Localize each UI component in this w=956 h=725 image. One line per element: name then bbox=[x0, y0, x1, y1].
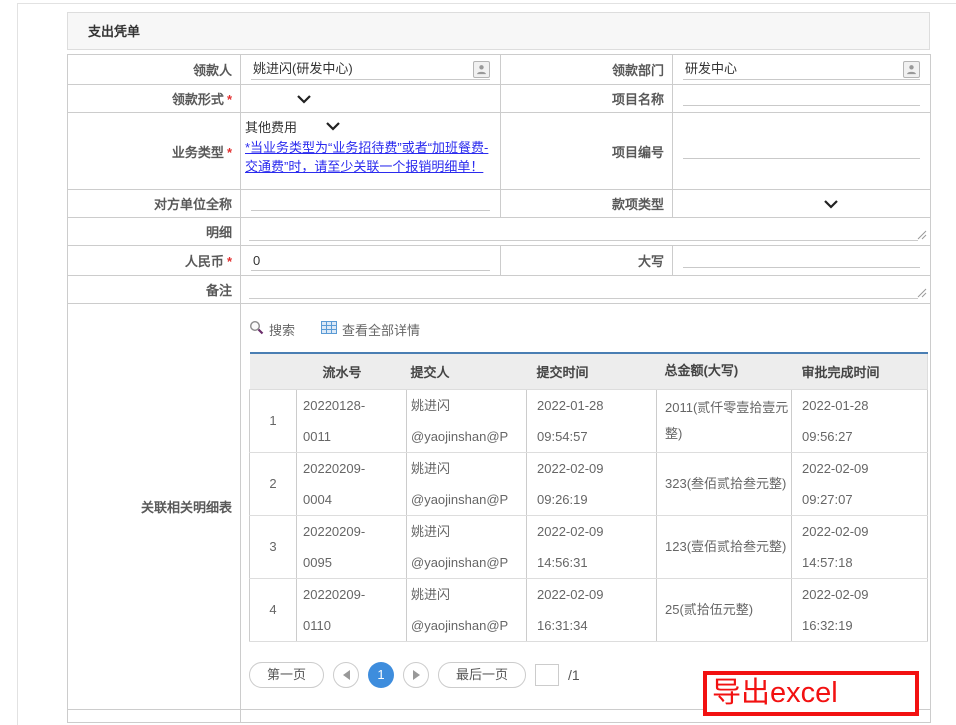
detail-field bbox=[240, 217, 931, 246]
empty-label-cell bbox=[67, 709, 241, 723]
resize-handle-icon[interactable] bbox=[916, 286, 927, 301]
payee-dept-field: 研发中心 bbox=[672, 54, 931, 85]
table-row[interactable]: 1 20220128- 0011 姚进闪 @yaojinshan@P 2022-01-28… bbox=[249, 388, 928, 453]
remark-label: 备注 bbox=[67, 275, 241, 304]
business-type-select[interactable]: 其他费用 bbox=[241, 113, 500, 137]
page-title: 支出凭单 bbox=[67, 12, 930, 50]
project-name-field bbox=[672, 84, 931, 113]
business-type-label: 业务类型 * bbox=[67, 112, 241, 190]
col-submit-time: 提交时间 bbox=[526, 353, 657, 390]
payee-field: 姚进闪(研发中心) bbox=[240, 54, 501, 85]
col-serial: 流水号 bbox=[296, 353, 407, 390]
counterparty-label: 对方单位全称 bbox=[67, 189, 241, 218]
project-name-label: 项目名称 bbox=[500, 84, 673, 113]
payee-dept-label: 领款部门 bbox=[500, 54, 673, 85]
prev-page-icon[interactable] bbox=[333, 661, 360, 688]
search-label: 搜索 bbox=[269, 322, 296, 338]
col-submitter: 提交人 bbox=[406, 353, 527, 390]
remark-textarea[interactable] bbox=[243, 278, 928, 302]
payee-label: 领款人 bbox=[67, 54, 241, 85]
table-row[interactable]: 2 20220209- 0004 姚进闪 @yaojinshan@P 2022-02-09… bbox=[249, 451, 928, 516]
business-type-value: 其他费用 bbox=[245, 120, 298, 135]
rmb-input[interactable]: 0 bbox=[251, 249, 490, 271]
project-no-label: 项目编号 bbox=[500, 112, 673, 190]
page-number-input[interactable] bbox=[535, 663, 560, 686]
next-page-icon[interactable] bbox=[403, 661, 430, 688]
chevron-down-icon bbox=[823, 197, 839, 212]
related-panel-cell: 搜索 查看全部详情 流水号 提交人 提交时间 总金额(大写) 审批完成时间 1 … bbox=[240, 303, 931, 710]
first-page-button[interactable]: 第一页 bbox=[249, 661, 325, 688]
rmb-value: 0 bbox=[253, 252, 261, 268]
payee-dept-input[interactable]: 研发中心 bbox=[683, 58, 920, 80]
related-table-body: 1 20220128- 0011 姚进闪 @yaojinshan@P 2022-01-28… bbox=[249, 388, 928, 642]
panel-toolbar: 搜索 查看全部详情 bbox=[249, 316, 930, 342]
payment-type-label: 款项类型 bbox=[500, 189, 673, 218]
capital-label: 大写 bbox=[500, 245, 673, 276]
search-button[interactable]: 搜索 bbox=[249, 320, 295, 339]
search-icon bbox=[249, 320, 264, 338]
voucher-form: 领款人 姚进闪(研发中心) 领款部门 研发中心 领款形式 * 项目名称 业务类型… bbox=[67, 54, 931, 723]
col-approve-time: 审批完成时间 bbox=[791, 353, 928, 390]
rmb-label: 人民币 * bbox=[67, 245, 241, 276]
related-panel: 搜索 查看全部详情 流水号 提交人 提交时间 总金额(大写) 审批完成时间 1 … bbox=[241, 304, 930, 708]
chevron-down-icon bbox=[296, 92, 312, 107]
table-row[interactable]: 4 20220209- 0110 姚进闪 @yaojinshan@P 2022-02-09… bbox=[249, 577, 928, 642]
project-name-input[interactable] bbox=[683, 86, 920, 106]
payment-form-label: 领款形式 * bbox=[67, 84, 241, 113]
payment-form-select[interactable] bbox=[240, 84, 501, 113]
payment-type-select[interactable] bbox=[672, 189, 931, 218]
rmb-field: 0 bbox=[240, 245, 501, 276]
related-table-label: 关联相关明细表 bbox=[67, 303, 241, 710]
col-amount: 总金额(大写) bbox=[656, 353, 792, 390]
page: 支出凭单 领款人 姚进闪(研发中心) 领款部门 研发中心 领款形式 * 项目名称… bbox=[0, 0, 956, 725]
payee-input[interactable]: 姚进闪(研发中心) bbox=[251, 58, 490, 80]
counterparty-field bbox=[240, 189, 501, 218]
project-no-input[interactable] bbox=[683, 139, 920, 159]
view-all-label: 查看全部详情 bbox=[342, 322, 421, 338]
capital-input[interactable] bbox=[683, 248, 920, 268]
capital-field bbox=[672, 245, 931, 276]
remark-field bbox=[240, 275, 931, 304]
voucher-document: 支出凭单 领款人 姚进闪(研发中心) 领款部门 研发中心 领款形式 * 项目名称… bbox=[67, 12, 931, 723]
detail-label: 明细 bbox=[67, 217, 241, 246]
last-page-button[interactable]: 最后一页 bbox=[438, 661, 527, 688]
detail-textarea[interactable] bbox=[243, 220, 928, 244]
project-no-field bbox=[672, 112, 931, 190]
table-grid-icon bbox=[321, 321, 338, 337]
resize-handle-icon[interactable] bbox=[916, 228, 927, 243]
table-row[interactable]: 3 20220209- 0095 姚进闪 @yaojinshan@P 2022-02-09… bbox=[249, 514, 928, 579]
chevron-down-icon bbox=[325, 119, 341, 134]
col-index bbox=[249, 353, 297, 390]
related-table-header: 流水号 提交人 提交时间 总金额(大写) 审批完成时间 bbox=[249, 353, 928, 390]
current-page-badge[interactable]: 1 bbox=[368, 661, 395, 688]
view-all-button[interactable]: 查看全部详情 bbox=[321, 320, 420, 339]
payee-dept-value: 研发中心 bbox=[685, 60, 738, 76]
business-type-note: *当业务类型为“业务招待费”或者“加班餐费-交通费”时，请至少关联一个报销明细单… bbox=[245, 140, 489, 174]
business-type-field: 其他费用 *当业务类型为“业务招待费”或者“加班餐费-交通费”时，请至少关联一个… bbox=[240, 112, 501, 190]
counterparty-input[interactable] bbox=[251, 191, 490, 211]
person-icon[interactable] bbox=[473, 60, 490, 78]
payee-value: 姚进闪(研发中心) bbox=[253, 60, 353, 76]
related-table: 流水号 提交人 提交时间 总金额(大写) 审批完成时间 1 20220128- 00… bbox=[249, 352, 928, 642]
export-excel-button[interactable]: 导出excel bbox=[703, 671, 919, 716]
person-icon[interactable] bbox=[903, 60, 920, 78]
page-total-label: /1 bbox=[568, 666, 580, 683]
